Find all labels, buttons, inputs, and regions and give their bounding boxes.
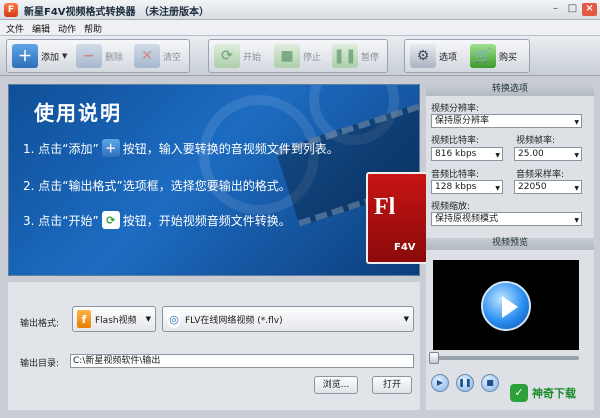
- start-button[interactable]: ⟳ 开始: [211, 42, 264, 70]
- format-category-select[interactable]: f Flash视频 ▼: [72, 306, 156, 332]
- output-format-label: 输出格式:: [20, 319, 60, 329]
- clear-button[interactable]: ✕ 清空: [131, 42, 184, 70]
- stop-icon: ■: [274, 44, 300, 68]
- video-preview-screen: [433, 260, 579, 350]
- delete-button[interactable]: − 删除: [73, 42, 126, 70]
- toolbar: ＋ 添加 ▼ − 删除 ✕ 清空 ⟳ 开始 ■ 停止 ❚❚ 暂停 ⚙ 选项 🛒 …: [0, 36, 600, 76]
- options-button[interactable]: ⚙ 选项: [407, 42, 460, 70]
- options-toolbar-group: ⚙ 选项 🛒 购买: [404, 39, 530, 73]
- network-globe-icon: ◎: [167, 310, 181, 328]
- download-site-icon: ✓: [510, 384, 528, 402]
- flv-file-icon: Fl F4V: [366, 172, 428, 264]
- menu-help[interactable]: 帮助: [84, 22, 102, 35]
- app-logo-icon: F: [4, 3, 18, 17]
- instruction-step-1: 1. 点击“添加” ＋ 按钮，输入要转换的音视频文件到列表。: [23, 139, 339, 157]
- video-preview-header: 视频预览: [426, 238, 594, 250]
- menu-file[interactable]: 文件: [6, 22, 24, 35]
- title-bar: F 新星F4V视频格式转换器 （未注册版本） – □ ×: [0, 0, 600, 20]
- settings-panel: 转换选项 视频分辨率: 保持原分辨率 ▼ 视频比特率: 视频帧率: 816 kb…: [426, 84, 594, 410]
- play-icon: [502, 296, 518, 318]
- instruction-step-2: 2. 点击“输出格式”选项框，选择您要输出的格式。: [23, 179, 291, 193]
- convert-toolbar-group: ⟳ 开始 ■ 停止 ❚❚ 暂停: [208, 39, 388, 73]
- pause-button[interactable]: ❚❚ 暂停: [329, 42, 382, 70]
- resolution-label: 视频分辨率:: [431, 104, 480, 114]
- add-file-icon: ＋: [101, 139, 120, 157]
- file-toolbar-group: ＋ 添加 ▼ − 删除 ✕ 清空: [6, 39, 190, 73]
- video-bitrate-label: 视频比特率:: [431, 136, 480, 146]
- refresh-icon: ⟳: [101, 211, 120, 229]
- instruction-step-3: 3. 点击“开始” ⟳ 按钮，开始视频音频文件转换。: [23, 211, 291, 229]
- chevron-down-icon: ▼: [574, 185, 579, 192]
- video-bitrate-select[interactable]: 816 kbps ▼: [431, 147, 503, 161]
- conversion-options-header: 转换选项: [426, 84, 594, 96]
- buy-button[interactable]: 🛒 购买: [467, 42, 520, 70]
- gear-icon: ⚙: [410, 44, 436, 68]
- samplerate-label: 音频采样率:: [516, 170, 565, 180]
- open-folder-button[interactable]: 打开: [372, 376, 412, 394]
- add-file-icon: ＋: [12, 44, 38, 68]
- banner-title: 使用说明: [34, 101, 122, 125]
- add-button[interactable]: ＋ 添加 ▼: [9, 42, 70, 70]
- resolution-select[interactable]: 保持原分辨率 ▼: [431, 114, 582, 128]
- play-preview-button[interactable]: [481, 281, 531, 331]
- menu-action[interactable]: 动作: [58, 22, 76, 35]
- play-control-button[interactable]: ▶: [431, 374, 449, 392]
- pause-control-button[interactable]: ❚❚: [456, 374, 474, 392]
- chevron-down-icon: ▼: [574, 217, 579, 224]
- menu-edit[interactable]: 编辑: [32, 22, 50, 35]
- browse-button[interactable]: 浏览...: [314, 376, 358, 394]
- instruction-banner: 使用说明 1. 点击“添加” ＋ 按钮，输入要转换的音视频文件到列表。 2. 点…: [8, 84, 420, 276]
- flash-icon: f: [77, 310, 91, 328]
- start-convert-icon: ⟳: [214, 44, 240, 68]
- seek-slider-thumb[interactable]: [429, 352, 439, 364]
- framerate-select[interactable]: 25.00 ▼: [514, 147, 582, 161]
- stop-control-button[interactable]: ■: [481, 374, 499, 392]
- output-directory-input[interactable]: C:\新星视频软件\输出: [70, 354, 414, 368]
- preview-seek-bar[interactable]: [433, 356, 579, 360]
- pause-icon: ❚❚: [332, 44, 358, 68]
- window-title: 新星F4V视频格式转换器 （未注册版本）: [24, 7, 210, 18]
- delete-file-icon: −: [76, 44, 102, 68]
- output-format-select[interactable]: ◎ FLV在线网络视频 (*.flv) ▼: [162, 306, 414, 332]
- chevron-down-icon: ▼: [403, 315, 409, 323]
- chevron-down-icon: ▼: [574, 152, 579, 159]
- framerate-label: 视频帧率:: [516, 136, 556, 146]
- watermark-logo: ✓ 神奇下载: [510, 384, 576, 402]
- audio-bitrate-select[interactable]: 128 kbps ▼: [431, 180, 503, 194]
- samplerate-select[interactable]: 22050 ▼: [514, 180, 582, 194]
- output-directory-label: 输出目录:: [20, 359, 60, 369]
- audio-bitrate-label: 音频比特率:: [431, 170, 480, 180]
- minimize-button[interactable]: –: [548, 3, 563, 16]
- video-scale-select[interactable]: 保持原视频模式 ▼: [431, 212, 582, 226]
- chevron-down-icon: ▼: [574, 119, 579, 126]
- chevron-down-icon[interactable]: ▼: [62, 52, 67, 60]
- chevron-down-icon: ▼: [495, 185, 500, 192]
- shopping-cart-icon: 🛒: [470, 44, 496, 68]
- chevron-down-icon: ▼: [495, 152, 500, 159]
- video-scale-label: 视频缩放:: [431, 202, 471, 212]
- output-panel: 输出格式: f Flash视频 ▼ ◎ FLV在线网络视频 (*.flv) ▼ …: [8, 282, 420, 410]
- chevron-down-icon: ▼: [145, 315, 151, 323]
- close-button[interactable]: ×: [582, 3, 597, 16]
- menu-bar: 文件 编辑 动作 帮助: [0, 20, 600, 36]
- maximize-button[interactable]: □: [565, 3, 580, 16]
- stop-button[interactable]: ■ 停止: [271, 42, 324, 70]
- clear-list-icon: ✕: [134, 44, 160, 68]
